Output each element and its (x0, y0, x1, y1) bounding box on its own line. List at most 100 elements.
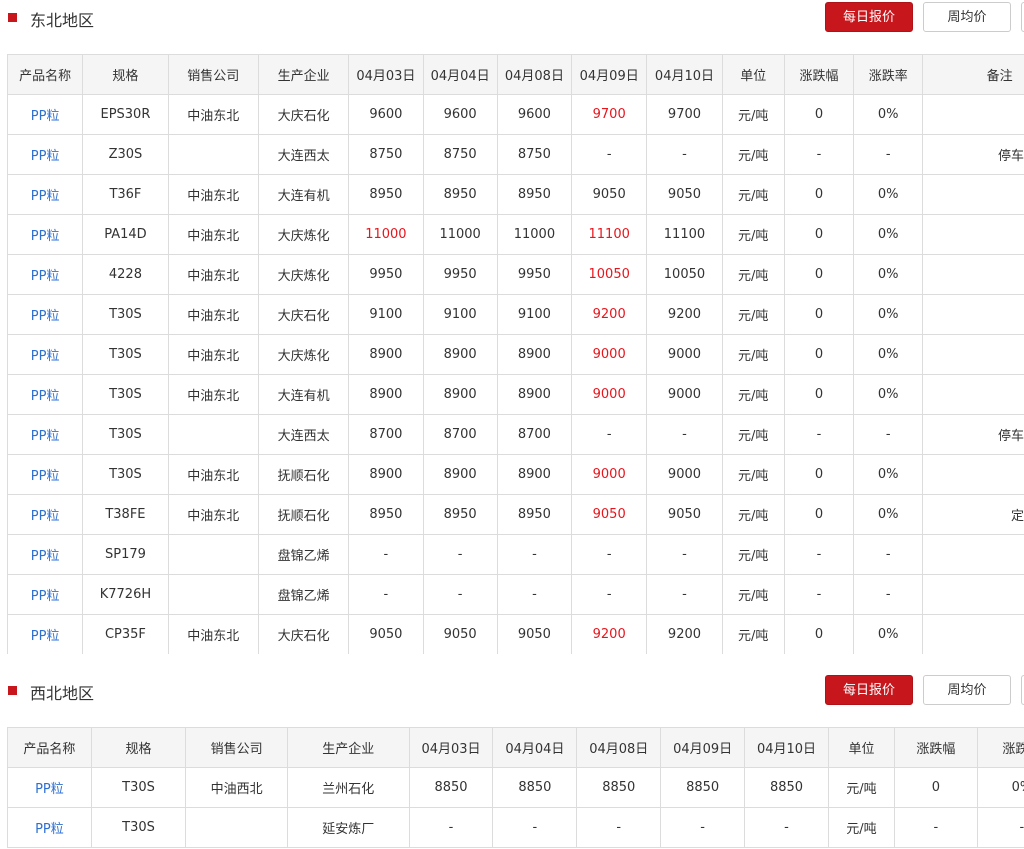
table-cell: 0% (853, 254, 924, 295)
product-name-link[interactable]: PP粒 (7, 374, 84, 415)
product-name-link[interactable]: PP粒 (7, 134, 84, 175)
table-cell: T30S (90, 807, 187, 848)
weekly-average-button[interactable]: 周均价 (923, 2, 1011, 32)
table-cell: 中油东北 (167, 454, 259, 495)
table-cell: 8700 (496, 414, 573, 455)
table-cell: 8700 (348, 414, 424, 455)
table-cell: 11000 (348, 214, 424, 255)
table-cell: 9000 (646, 334, 723, 375)
product-name-link[interactable]: PP粒 (7, 94, 84, 135)
table-cell: 8900 (348, 374, 424, 415)
product-name-link[interactable]: PP粒 (7, 294, 84, 335)
table-cell: T38FE (82, 494, 169, 535)
table-cell: 8850 (660, 767, 746, 808)
table-cell: 8700 (422, 414, 498, 455)
column-header: 单位 (721, 54, 785, 95)
column-header: 生产企业 (286, 727, 410, 768)
table-cell: - (422, 534, 498, 575)
product-name-link[interactable]: PP粒 (7, 574, 84, 615)
table-cell: 0% (976, 767, 1024, 808)
column-header: 04月09日 (571, 54, 648, 95)
table-cell: 中油东北 (167, 614, 259, 654)
table-cell: 延安炼厂 (286, 807, 410, 848)
table-cell: SP179 (82, 534, 169, 575)
table-cell: - (646, 574, 723, 615)
table-cell (167, 574, 259, 615)
product-name-link[interactable]: PP粒 (7, 174, 84, 215)
table-cell: 盘锦乙烯 (257, 574, 350, 615)
product-name-link[interactable]: PP粒 (7, 767, 92, 808)
column-header: 04月03日 (348, 54, 424, 95)
product-name-link[interactable]: PP粒 (7, 214, 84, 255)
table-cell: - (576, 807, 662, 848)
weekly-average-button[interactable]: 周均价 (923, 675, 1011, 705)
table-cell: T30S (82, 414, 169, 455)
table-cell: 9600 (348, 94, 424, 135)
section-marker-icon (8, 686, 17, 695)
table-cell: 9000 (646, 374, 723, 415)
daily-quote-button[interactable]: 每日报价 (825, 2, 913, 32)
product-name-link[interactable]: PP粒 (7, 254, 84, 295)
table-cell: 中油东北 (167, 214, 259, 255)
product-name-link[interactable]: PP粒 (7, 614, 84, 654)
table-cell: 8750 (422, 134, 498, 175)
product-name-link[interactable]: PP粒 (7, 454, 84, 495)
table-cell: 中油东北 (167, 174, 259, 215)
table-cell: 0% (853, 94, 924, 135)
table-cell: - (348, 534, 424, 575)
table-cell: T30S (82, 454, 169, 495)
table-cell: 停车检修无货 (922, 134, 1024, 175)
table-cell: 抚顺石化 (257, 454, 350, 495)
table-cell: 0% (853, 374, 924, 415)
table-cell: 8850 (576, 767, 662, 808)
table-cell (167, 534, 259, 575)
table-cell: 0% (853, 494, 924, 535)
table-cell: 兰州石化 (286, 767, 410, 808)
table-cell: 元/吨 (721, 454, 785, 495)
table-cell: 8900 (348, 334, 424, 375)
table-cell: 大连有机 (257, 174, 350, 215)
table-cell: 0% (853, 614, 924, 654)
table-cell: 9050 (422, 614, 498, 654)
table-cell: - (783, 414, 855, 455)
table-cell: 元/吨 (827, 767, 895, 808)
table-cell: - (422, 574, 498, 615)
table-cell: EPS30R (82, 94, 169, 135)
table-cell: - (783, 574, 855, 615)
table-cell: Z30S (82, 134, 169, 175)
table-cell: - (492, 807, 578, 848)
product-name-link[interactable]: PP粒 (7, 534, 84, 575)
table-row: PP粒 CP35F 中油东北 大庆石化 9050 9050 9050 9200 9200 元/吨 0… (7, 614, 1024, 654)
table-row: PP粒 T38FE 中油东北 抚顺石化 8950 8950 8950 9050 9050 元/吨 0… (7, 494, 1024, 535)
table-cell: - (571, 534, 648, 575)
table-cell: 元/吨 (721, 254, 785, 295)
table-cell: - (496, 574, 573, 615)
table-header-row: 产品名称 规格 销售公司 生产企业 04月03日 04月04日 04月08日 04月09日 04… (7, 727, 1024, 768)
column-header: 04月09日 (660, 727, 746, 768)
table-cell: - (853, 574, 924, 615)
table-cell: 0 (783, 294, 855, 335)
column-header: 销售公司 (167, 54, 259, 95)
column-header: 04月04日 (492, 727, 578, 768)
product-name-link[interactable]: PP粒 (7, 334, 84, 375)
product-name-link[interactable]: PP粒 (7, 414, 84, 455)
table-cell: - (976, 807, 1024, 848)
table-cell: 9950 (348, 254, 424, 295)
table-cell: 定价 (922, 614, 1024, 654)
table-cell: 元/吨 (721, 94, 785, 135)
table-cell: 0% (853, 334, 924, 375)
product-name-link[interactable]: PP粒 (7, 494, 84, 535)
table-cell: - (496, 534, 573, 575)
table-cell: 0 (783, 454, 855, 495)
daily-quote-button[interactable]: 每日报价 (825, 675, 913, 705)
table-cell: 元/吨 (721, 614, 785, 654)
table-cell: 8950 (422, 174, 498, 215)
table-cell: 元/吨 (721, 414, 785, 455)
table-cell (167, 134, 259, 175)
table-cell: 8850 (744, 767, 829, 808)
table-cell: 9100 (348, 294, 424, 335)
table-row: PP粒 T30S 中油东北 大庆石化 9100 9100 9100 9200 9200 元/吨 0 0… (7, 294, 1024, 335)
northwest-section-header: 西北地区 每日报价 周均价 (0, 673, 1024, 709)
product-name-link[interactable]: PP粒 (7, 807, 92, 848)
table-cell: 大连有机 (257, 374, 350, 415)
